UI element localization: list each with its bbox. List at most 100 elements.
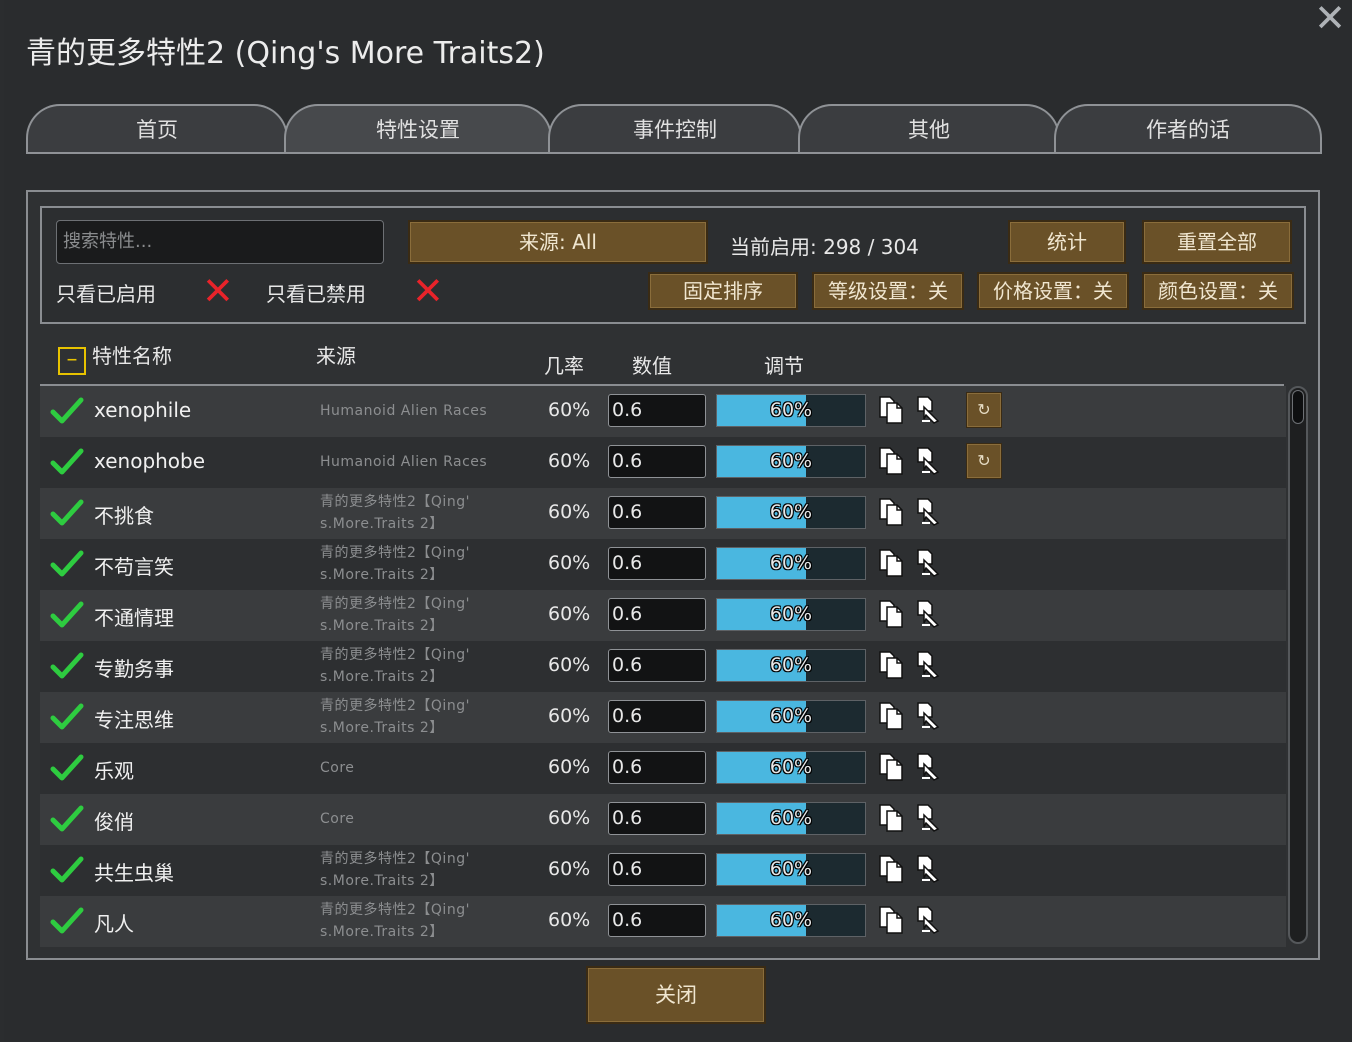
trait-rate-slider[interactable]: 60% xyxy=(716,853,866,886)
trait-rate-slider[interactable]: 60% xyxy=(716,394,866,427)
level-setting-button[interactable]: 等级设置：关 xyxy=(812,272,964,310)
source-filter-button[interactable]: 来源: All xyxy=(408,220,708,264)
paste-icon[interactable] xyxy=(914,446,942,476)
trait-rate-slider[interactable]: 60% xyxy=(716,700,866,733)
trait-rate: 60% xyxy=(548,705,591,727)
trait-rate-slider[interactable]: 60% xyxy=(716,547,866,580)
copy-icon[interactable] xyxy=(878,854,904,884)
trait-rate: 60% xyxy=(548,399,591,421)
slider-label: 60% xyxy=(769,807,813,829)
trait-source-line: Core xyxy=(320,811,355,827)
checkmark-icon[interactable] xyxy=(50,394,84,428)
trait-value-input[interactable]: 0.6 xyxy=(608,649,706,682)
copy-icon[interactable] xyxy=(878,395,904,425)
trait-rate-slider[interactable]: 60% xyxy=(716,751,866,784)
trait-rate-slider[interactable]: 60% xyxy=(716,496,866,529)
trait-rate-slider[interactable]: 60% xyxy=(716,445,866,478)
copy-icon[interactable] xyxy=(878,599,904,629)
checkmark-icon[interactable] xyxy=(50,496,84,530)
slider-label: 60% xyxy=(769,450,813,472)
trait-value-input[interactable]: 0.6 xyxy=(608,547,706,580)
trait-rate-slider[interactable]: 60% xyxy=(716,904,866,937)
paste-icon[interactable] xyxy=(914,395,942,425)
slider-label: 60% xyxy=(769,756,813,778)
reset-all-button[interactable]: 重置全部 xyxy=(1142,220,1292,264)
checkmark-icon[interactable] xyxy=(50,802,84,836)
collapse-all-icon[interactable]: – xyxy=(58,347,86,375)
paste-icon[interactable] xyxy=(914,497,942,527)
table-row: 乐观 Core 60% 0.6 60% xyxy=(40,743,1286,794)
trait-value-input[interactable]: 0.6 xyxy=(608,904,706,937)
trait-rate: 60% xyxy=(548,450,591,472)
paste-icon[interactable] xyxy=(914,650,942,680)
reset-row-button[interactable]: ↻ xyxy=(966,392,1002,428)
trait-value-input[interactable]: 0.6 xyxy=(608,394,706,427)
table-row: 不挑食 青的更多特性2【Qing' s.More.Traits 2】 60% 0.6 60… xyxy=(40,488,1286,539)
search-input[interactable]: 搜索特性... xyxy=(56,220,384,264)
checkmark-icon[interactable] xyxy=(50,445,84,479)
trait-rate: 60% xyxy=(548,654,591,676)
trait-rate: 60% xyxy=(548,807,591,829)
paste-icon[interactable] xyxy=(914,905,942,935)
price-setting-button[interactable]: 价格设置：关 xyxy=(977,272,1129,310)
trait-source-line: s.More.Traits 2】 xyxy=(320,516,444,532)
trait-value-input[interactable]: 0.6 xyxy=(608,853,706,886)
trait-source: 青的更多特性2【Qing' s.More.Traits 2】 xyxy=(320,695,510,739)
checkmark-icon[interactable] xyxy=(50,853,84,887)
fixed-sort-button[interactable]: 固定排序 xyxy=(648,272,798,310)
trait-value-input[interactable]: 0.6 xyxy=(608,445,706,478)
trait-value-input[interactable]: 0.6 xyxy=(608,751,706,784)
trait-source-line: 青的更多特性2【Qing' xyxy=(320,698,470,714)
tab-author-notes[interactable]: 作者的话 xyxy=(1054,104,1322,152)
copy-icon[interactable] xyxy=(878,752,904,782)
trait-rate-slider[interactable]: 60% xyxy=(716,649,866,682)
close-icon[interactable]: ✕ xyxy=(1312,0,1348,37)
copy-icon[interactable] xyxy=(878,548,904,578)
trait-rate-slider[interactable]: 60% xyxy=(716,598,866,631)
checkmark-icon[interactable] xyxy=(50,598,84,632)
trait-source-line: Humanoid Alien Races xyxy=(320,403,488,419)
trait-source-line: 青的更多特性2【Qing' xyxy=(320,596,470,612)
paste-icon[interactable] xyxy=(914,854,942,884)
trait-rate: 60% xyxy=(548,909,591,931)
copy-icon[interactable] xyxy=(878,701,904,731)
reset-row-button[interactable]: ↻ xyxy=(966,443,1002,479)
paste-icon[interactable] xyxy=(914,701,942,731)
copy-icon[interactable] xyxy=(878,497,904,527)
trait-value-input[interactable]: 0.6 xyxy=(608,496,706,529)
copy-icon[interactable] xyxy=(878,803,904,833)
only-disabled-checkbox-off-icon[interactable]: ✕ xyxy=(412,272,444,310)
tab-other[interactable]: 其他 xyxy=(798,104,1060,152)
stats-button[interactable]: 统计 xyxy=(1008,220,1126,264)
scrollbar-thumb[interactable] xyxy=(1292,390,1304,424)
trait-source-line: s.More.Traits 2】 xyxy=(320,669,444,685)
trait-value-input[interactable]: 0.6 xyxy=(608,700,706,733)
paste-icon[interactable] xyxy=(914,548,942,578)
copy-icon[interactable] xyxy=(878,905,904,935)
slider-label: 60% xyxy=(769,552,813,574)
trait-source: 青的更多特性2【Qing' s.More.Traits 2】 xyxy=(320,848,510,892)
table-row: 俊俏 Core 60% 0.6 60% xyxy=(40,794,1286,845)
tab-trait-settings[interactable]: 特性设置 xyxy=(284,104,552,152)
copy-icon[interactable] xyxy=(878,650,904,680)
tab-event-control[interactable]: 事件控制 xyxy=(548,104,802,152)
trait-rate-slider[interactable]: 60% xyxy=(716,802,866,835)
paste-icon[interactable] xyxy=(914,803,942,833)
scrollbar-track[interactable] xyxy=(1288,386,1308,944)
tab-home[interactable]: 首页 xyxy=(26,104,288,152)
color-setting-button[interactable]: 颜色设置：关 xyxy=(1142,272,1294,310)
trait-value-input[interactable]: 0.6 xyxy=(608,598,706,631)
checkmark-icon[interactable] xyxy=(50,700,84,734)
checkmark-icon[interactable] xyxy=(50,649,84,683)
paste-icon[interactable] xyxy=(914,752,942,782)
checkmark-icon[interactable] xyxy=(50,547,84,581)
trait-name: 不通情理 xyxy=(94,606,174,630)
checkmark-icon[interactable] xyxy=(50,751,84,785)
paste-icon[interactable] xyxy=(914,599,942,629)
close-button[interactable]: 关闭 xyxy=(586,966,766,1024)
checkmark-icon[interactable] xyxy=(50,904,84,938)
only-enabled-checkbox-off-icon[interactable]: ✕ xyxy=(202,272,234,310)
trait-value-input[interactable]: 0.6 xyxy=(608,802,706,835)
table-row: xenophobe Humanoid Alien Races 60% 0.6 60% ↻ xyxy=(40,437,1286,488)
copy-icon[interactable] xyxy=(878,446,904,476)
